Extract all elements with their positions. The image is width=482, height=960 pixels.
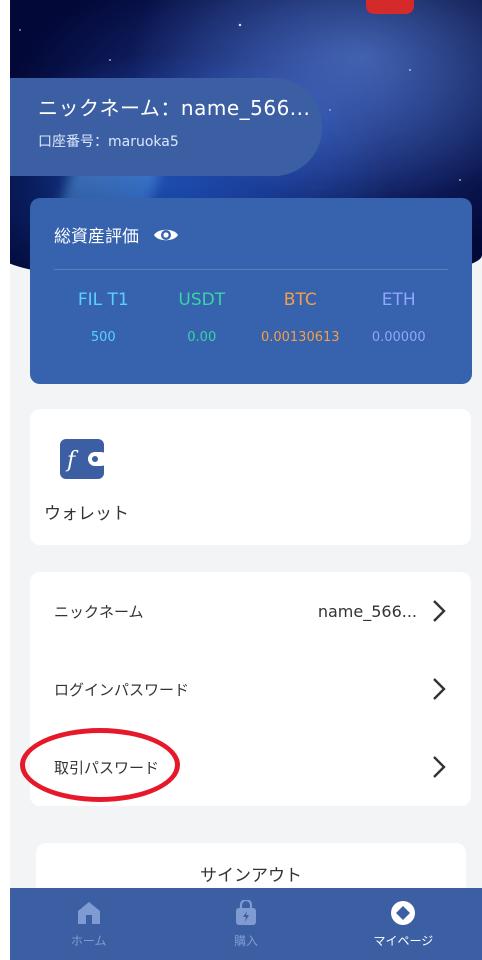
chevron-right-icon: [433, 600, 446, 622]
row-value: name_566...: [317, 601, 417, 621]
eye-icon[interactable]: [153, 226, 179, 244]
wallet-icon: f: [60, 439, 108, 479]
asset-value: 500: [90, 330, 116, 345]
nav-mypage[interactable]: マイページ: [325, 888, 482, 960]
asset-column-btc: BTC 0.00130613: [251, 290, 350, 345]
assets-title: 総資産評価: [54, 227, 139, 247]
total-assets-card: 総資産評価 FIL T1 500 USDT 0.00 BTC 0.0013061…: [30, 198, 472, 384]
user-profile-pill: ニックネーム：name_566... 口座番号：maruoka5: [10, 78, 322, 176]
nav-purchase[interactable]: 購入: [167, 888, 324, 960]
assets-header: 総資産評価: [54, 222, 448, 247]
assets-divider: [54, 269, 448, 270]
account-number: 口座番号：maruoka5: [38, 134, 179, 150]
row-label: ログインパスワード: [54, 680, 190, 699]
mypage-icon: [391, 900, 416, 925]
nickname-heading: ニックネーム：name_566...: [38, 96, 311, 120]
chevron-right-icon: [433, 756, 446, 778]
wallet-label: ウォレット: [44, 504, 129, 524]
asset-label: BTC: [283, 290, 317, 310]
asset-label: FIL T1: [77, 290, 129, 310]
nav-label: ホーム: [70, 933, 107, 948]
row-label: 取引パスワード: [54, 758, 160, 777]
asset-column-usdt: USDT 0.00: [153, 290, 252, 345]
nav-label: マイページ: [373, 933, 434, 948]
settings-row-nickname[interactable]: ニックネーム name_566...: [30, 572, 471, 650]
top-annotation-mark: [366, 0, 414, 14]
settings-row-login-password[interactable]: ログインパスワード: [30, 650, 471, 728]
asset-column-fil: FIL T1 500: [54, 290, 153, 345]
bottom-navigation: ホーム 購入 マイページ: [10, 888, 482, 960]
purchase-icon: [235, 899, 256, 925]
chevron-right-icon: [433, 678, 446, 700]
settings-list: ニックネーム name_566... ログインパスワード 取引パスワード: [30, 572, 471, 806]
sign-out-label: サインアウト: [200, 866, 302, 886]
row-label: ニックネーム: [54, 602, 144, 621]
left-edge: [0, 0, 10, 960]
asset-balances: FIL T1 500 USDT 0.00 BTC 0.00130613 ETH …: [54, 290, 448, 345]
asset-label: ETH: [381, 290, 416, 310]
wallet-card[interactable]: f ウォレット: [30, 409, 471, 545]
home-icon: [77, 901, 100, 924]
asset-value: 0.00: [187, 330, 217, 345]
nav-label: 購入: [233, 933, 258, 948]
asset-column-eth: ETH 0.00000: [350, 290, 449, 345]
asset-label: USDT: [178, 290, 226, 310]
settings-row-trade-password[interactable]: 取引パスワード: [30, 728, 471, 806]
asset-value: 0.00130613: [260, 330, 340, 345]
asset-value: 0.00000: [371, 330, 426, 345]
nav-home[interactable]: ホーム: [10, 888, 167, 960]
